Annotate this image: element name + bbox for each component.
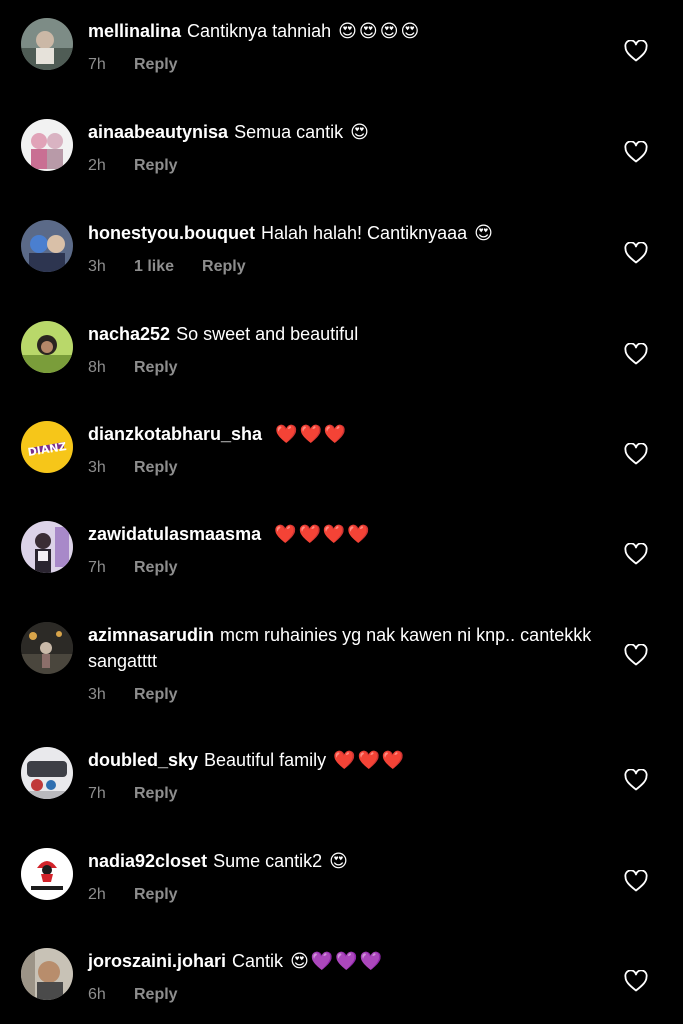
comment-text: nacha252 So sweet and beautiful: [88, 321, 608, 347]
avatar[interactable]: [21, 321, 73, 373]
reply-button[interactable]: Reply: [134, 785, 178, 802]
comment-time: 7h: [88, 785, 106, 802]
comment-emoji: 😍: [329, 851, 350, 871]
reply-button[interactable]: Reply: [134, 459, 178, 476]
comment-meta: 7h Reply: [88, 785, 608, 803]
comment-meta: 3h Reply: [88, 459, 608, 477]
comment-time: 3h: [88, 258, 106, 275]
heart-outline-icon[interactable]: [624, 644, 650, 668]
comment-message: Semua cantik: [234, 122, 344, 142]
comment-meta: 7h Reply: [88, 559, 608, 577]
comment-meta: 2h Reply: [88, 886, 608, 904]
avatar[interactable]: [21, 848, 73, 900]
comment-username[interactable]: nacha252: [88, 324, 170, 344]
avatar[interactable]: [21, 18, 73, 70]
comment-text: dianzkotabharu_sha ❤️❤️❤️: [88, 421, 608, 447]
comment-time: 3h: [88, 686, 106, 703]
comment-meta: 6h Reply: [88, 986, 608, 1004]
comment-meta: 8h Reply: [88, 359, 608, 377]
comment-emoji: ❤️❤️❤️: [275, 424, 349, 444]
reply-button[interactable]: Reply: [134, 559, 178, 576]
heart-outline-icon[interactable]: [624, 769, 650, 793]
comment-emoji: 😍: [350, 122, 371, 142]
comment-meta: 3h 1 like Reply: [88, 258, 608, 276]
comment-username[interactable]: zawidatulasmaasma: [88, 524, 261, 544]
comment-text: azimnasarudin mcm ruhainies yg nak kawen …: [88, 622, 608, 674]
comment-message: Cantiknya tahniah: [187, 21, 332, 41]
comment-text: ainaabeautynisa Semua cantik 😍: [88, 119, 608, 145]
comment-meta: 2h Reply: [88, 157, 608, 175]
reply-button[interactable]: Reply: [134, 986, 178, 1003]
reply-button[interactable]: Reply: [134, 686, 178, 703]
avatar[interactable]: [21, 622, 73, 674]
reply-button[interactable]: Reply: [134, 56, 178, 73]
comment-emoji: 😍😍😍😍: [338, 21, 422, 41]
heart-outline-icon[interactable]: [624, 443, 650, 467]
comment-time: 8h: [88, 359, 106, 376]
comment-likes[interactable]: 1 like: [134, 258, 174, 275]
comment-message: Sume cantik2: [213, 851, 323, 871]
heart-outline-icon[interactable]: [624, 141, 650, 165]
comment-message: So sweet and beautiful: [176, 324, 359, 344]
comment-time: 2h: [88, 886, 106, 903]
heart-outline-icon[interactable]: [624, 870, 650, 894]
comment-emoji: ❤️❤️❤️: [333, 750, 407, 770]
comment-username[interactable]: dianzkotabharu_sha: [88, 424, 262, 444]
comment-time: 6h: [88, 986, 106, 1003]
comment-username[interactable]: honestyou.bouquet: [88, 223, 255, 243]
comment-text: honestyou.bouquet Halah halah! Cantiknyaa…: [88, 220, 608, 246]
comment-time: 7h: [88, 56, 106, 73]
comment-emoji: 😍💜💜💜: [290, 951, 385, 971]
heart-outline-icon[interactable]: [624, 40, 650, 64]
comment-emoji: 😍: [474, 223, 495, 243]
comment-text: zawidatulasmaasma ❤️❤️❤️❤️: [88, 521, 608, 547]
heart-outline-icon[interactable]: [624, 970, 650, 994]
reply-button[interactable]: Reply: [134, 157, 178, 174]
avatar[interactable]: [21, 747, 73, 799]
comment-time: 2h: [88, 157, 106, 174]
avatar[interactable]: [21, 220, 73, 272]
avatar[interactable]: [21, 948, 73, 1000]
heart-outline-icon[interactable]: [624, 543, 650, 567]
comment-emoji: ❤️❤️❤️❤️: [274, 524, 372, 544]
avatar[interactable]: [21, 119, 73, 171]
reply-button[interactable]: Reply: [134, 886, 178, 903]
avatar[interactable]: [21, 521, 73, 573]
comment-text: mellinalina Cantiknya tahniah 😍😍😍😍: [88, 18, 608, 44]
comment-time: 3h: [88, 459, 106, 476]
comment-username[interactable]: joroszaini.johari: [88, 951, 226, 971]
comment-list: mellinalina Cantiknya tahniah 😍😍😍😍 7h Repl…: [0, 0, 683, 1024]
comment-username[interactable]: azimnasarudin: [88, 625, 214, 645]
reply-button[interactable]: Reply: [134, 359, 178, 376]
comment-time: 7h: [88, 559, 106, 576]
comment-text: nadia92closet Sume cantik2 😍: [88, 848, 608, 874]
comment-meta: 3h Reply: [88, 686, 608, 704]
heart-outline-icon[interactable]: [624, 242, 650, 266]
comment-username[interactable]: doubled_sky: [88, 750, 198, 770]
comment-username[interactable]: ainaabeautynisa: [88, 122, 228, 142]
comment-text: doubled_sky Beautiful family ❤️❤️❤️: [88, 747, 608, 773]
heart-outline-icon[interactable]: [624, 343, 650, 367]
avatar[interactable]: DIANZ: [21, 421, 73, 473]
comment-meta: 7h Reply: [88, 56, 608, 74]
reply-button[interactable]: Reply: [202, 258, 246, 275]
comment-message: Cantik: [232, 951, 284, 971]
comment-username[interactable]: mellinalina: [88, 21, 181, 41]
comment-message: Halah halah! Cantiknyaaa: [260, 223, 468, 243]
comment-message: Beautiful family: [204, 750, 327, 770]
comment-username[interactable]: nadia92closet: [88, 851, 207, 871]
comment-text: joroszaini.johari Cantik 😍💜💜💜: [88, 948, 608, 974]
